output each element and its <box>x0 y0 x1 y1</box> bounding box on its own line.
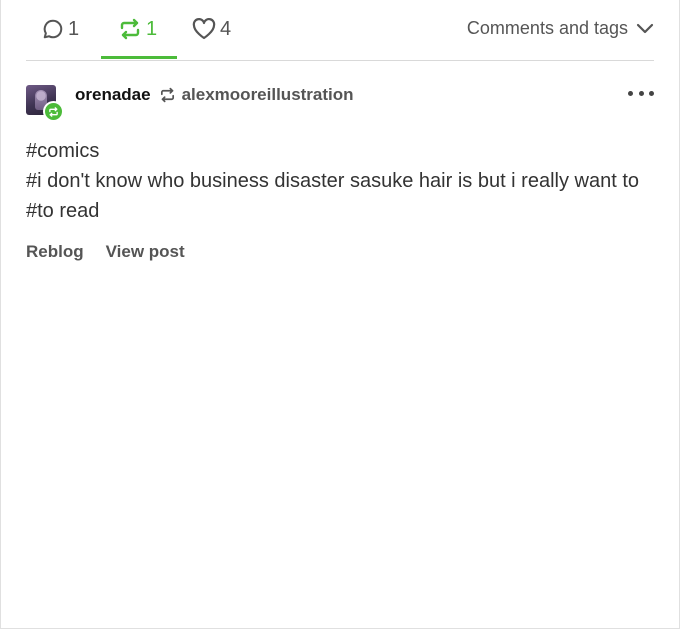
tab-reblogs[interactable]: 1 <box>118 14 157 44</box>
source-blog-link[interactable]: alexmooreillustration <box>182 85 354 105</box>
tag-link[interactable]: #comics <box>26 136 659 166</box>
notes-tab-bar: 1 1 4 Comments and tags <box>26 0 654 61</box>
blog-name-link[interactable]: orenadae <box>75 85 151 105</box>
post-notes-panel: 1 1 4 Comments and tags orenadae alexmoo… <box>0 0 680 629</box>
more-icon[interactable] <box>628 83 654 103</box>
comments-and-tags-toggle[interactable]: Comments and tags <box>467 18 654 39</box>
avatar[interactable] <box>26 85 64 122</box>
likes-count: 4 <box>220 17 232 40</box>
reblogs-count: 1 <box>146 17 158 40</box>
active-tab-indicator <box>101 56 177 59</box>
tab-replies[interactable]: 1 <box>42 14 79 44</box>
tab-likes[interactable]: 4 <box>192 14 231 44</box>
comment-icon <box>42 18 64 40</box>
post-header: orenadae alexmooreillustration <box>26 83 654 122</box>
reblog-attribution: orenadae alexmooreillustration <box>75 85 354 105</box>
replies-count: 1 <box>68 17 80 40</box>
chevron-down-icon <box>628 18 654 39</box>
tag-link[interactable]: #to read <box>26 196 659 226</box>
reblog-icon <box>118 18 142 40</box>
tag-link[interactable]: #i don't know who business disaster sasu… <box>26 166 659 196</box>
reblog-arrow-icon <box>159 87 176 103</box>
reblog-button[interactable]: Reblog <box>26 242 84 262</box>
post-actions: Reblog View post <box>26 242 185 262</box>
view-post-button[interactable]: View post <box>106 242 185 262</box>
comments-toggle-label: Comments and tags <box>466 18 628 38</box>
heart-icon <box>192 18 216 40</box>
reblog-badge-icon <box>43 101 64 122</box>
post-tags: #comics #i don't know who business disas… <box>26 136 659 226</box>
